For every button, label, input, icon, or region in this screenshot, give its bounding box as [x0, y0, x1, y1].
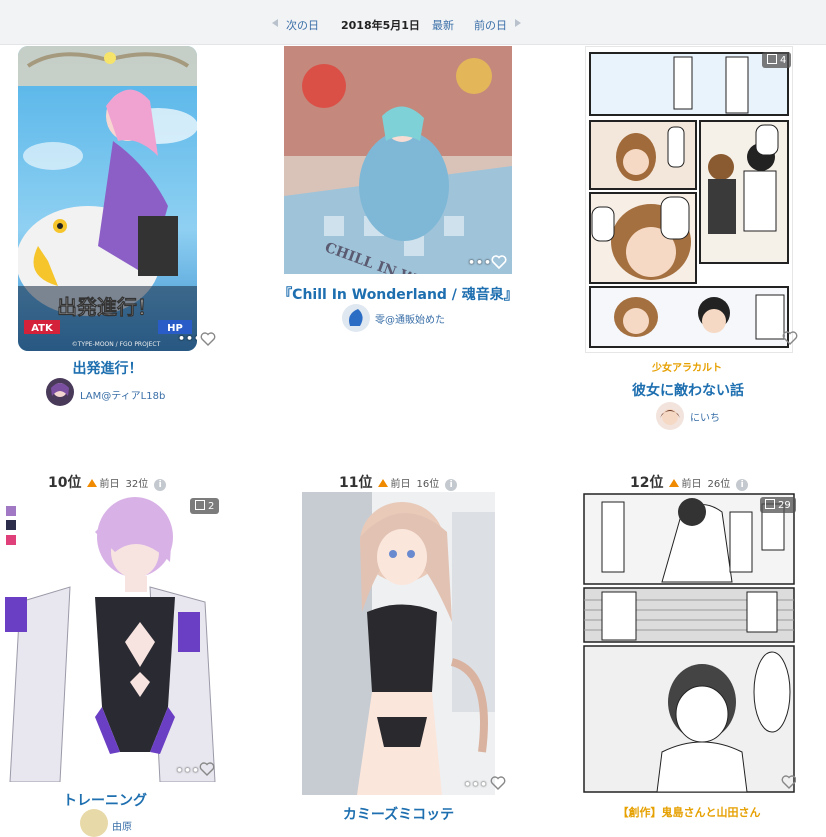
artwork-image: [302, 492, 495, 795]
artwork-thumbnail[interactable]: 29: [582, 492, 796, 795]
arrow-up-icon: [669, 479, 680, 487]
current-date: 2018年5月1日: [341, 19, 420, 32]
color-swatch: [6, 506, 16, 516]
info-icon[interactable]: i: [736, 479, 749, 491]
chevron-left-icon[interactable]: [272, 19, 278, 27]
more-dots-icon[interactable]: •••: [176, 764, 200, 777]
rank-header: 10位 前日 32位 i: [48, 472, 167, 492]
more-dots-icon[interactable]: •••: [178, 332, 197, 345]
more-dots-icon[interactable]: •••: [468, 256, 492, 269]
color-swatch: [6, 520, 16, 530]
avatar[interactable]: [342, 304, 370, 332]
author-name[interactable]: にいち: [690, 409, 720, 424]
next-day-link[interactable]: 次の日: [286, 17, 319, 33]
pages-icon: [767, 54, 777, 64]
heart-icon[interactable]: [489, 774, 507, 792]
avatar[interactable]: [46, 378, 74, 406]
arrow-up-icon: [87, 479, 98, 487]
heart-icon[interactable]: [781, 329, 799, 347]
artwork-title[interactable]: 彼女に敵わない話: [585, 380, 791, 400]
heart-icon[interactable]: [198, 760, 216, 778]
arrow-up-icon: [378, 479, 389, 487]
rank-header: 12位 前日 26位 i: [630, 472, 749, 492]
more-dots-icon[interactable]: •••: [464, 778, 488, 791]
artwork-title[interactable]: 出発進行！: [18, 358, 197, 378]
chevron-right-icon[interactable]: [515, 19, 521, 27]
series-tag[interactable]: 少女アラカルト: [652, 359, 722, 374]
card-title-text: 出発進行！: [57, 295, 157, 319]
info-icon[interactable]: i: [154, 479, 167, 491]
artwork-thumbnail[interactable]: 4: [585, 46, 793, 353]
artwork-image: [586, 47, 792, 352]
artwork-image: [0, 492, 221, 782]
svg-text:ATK: ATK: [31, 323, 54, 334]
pages-icon: [195, 500, 205, 510]
heart-icon[interactable]: [780, 773, 796, 791]
avatar[interactable]: [80, 809, 108, 837]
artwork-thumbnail[interactable]: 出発進行！ ATK HP ©TYPE-MOON / FGO PROJECT ••…: [18, 46, 197, 351]
heart-icon[interactable]: [199, 330, 217, 348]
artwork-image: [582, 492, 796, 795]
date-navigation-bar: 次の日 2018年5月1日 最新 前の日: [0, 0, 826, 45]
avatar[interactable]: [656, 402, 684, 430]
artwork-thumbnail[interactable]: CHILL IN WONDERLAND •••: [284, 46, 512, 274]
page-count-badge: 29: [760, 497, 796, 513]
pages-icon: [765, 499, 775, 509]
heart-icon[interactable]: [490, 253, 508, 271]
artwork-title[interactable]: 『Chill In Wonderland / 魂音泉』: [258, 284, 538, 304]
artwork-thumbnail[interactable]: 2 •••: [0, 492, 221, 782]
artwork-thumbnail[interactable]: •••: [302, 492, 495, 795]
artwork-image: CHILL IN WONDERLAND: [284, 46, 512, 274]
artwork-image: 出発進行！ ATK HP ©TYPE-MOON / FGO PROJECT: [18, 46, 197, 351]
author-name[interactable]: 由原: [112, 818, 132, 833]
artwork-title[interactable]: カミーズミコッテ: [302, 804, 495, 824]
color-swatch: [6, 535, 16, 545]
latest-link[interactable]: 最新: [432, 17, 454, 33]
info-icon[interactable]: i: [445, 479, 458, 491]
artwork-title[interactable]: 【創作】鬼島さんと山田さん: [582, 804, 796, 820]
prev-day-link[interactable]: 前の日: [474, 17, 507, 33]
page-count-badge: 2: [190, 498, 220, 514]
author-name[interactable]: 零@通販始めた: [375, 311, 445, 326]
author-name[interactable]: LAM@ティアL18b: [80, 387, 165, 402]
page-count-badge: 4: [762, 52, 792, 68]
svg-text:©TYPE-MOON / FGO PROJECT: ©TYPE-MOON / FGO PROJECT: [72, 341, 161, 348]
rank-header: 11位 前日 16位 i: [339, 472, 458, 492]
artwork-title[interactable]: トレーニング: [0, 790, 210, 810]
